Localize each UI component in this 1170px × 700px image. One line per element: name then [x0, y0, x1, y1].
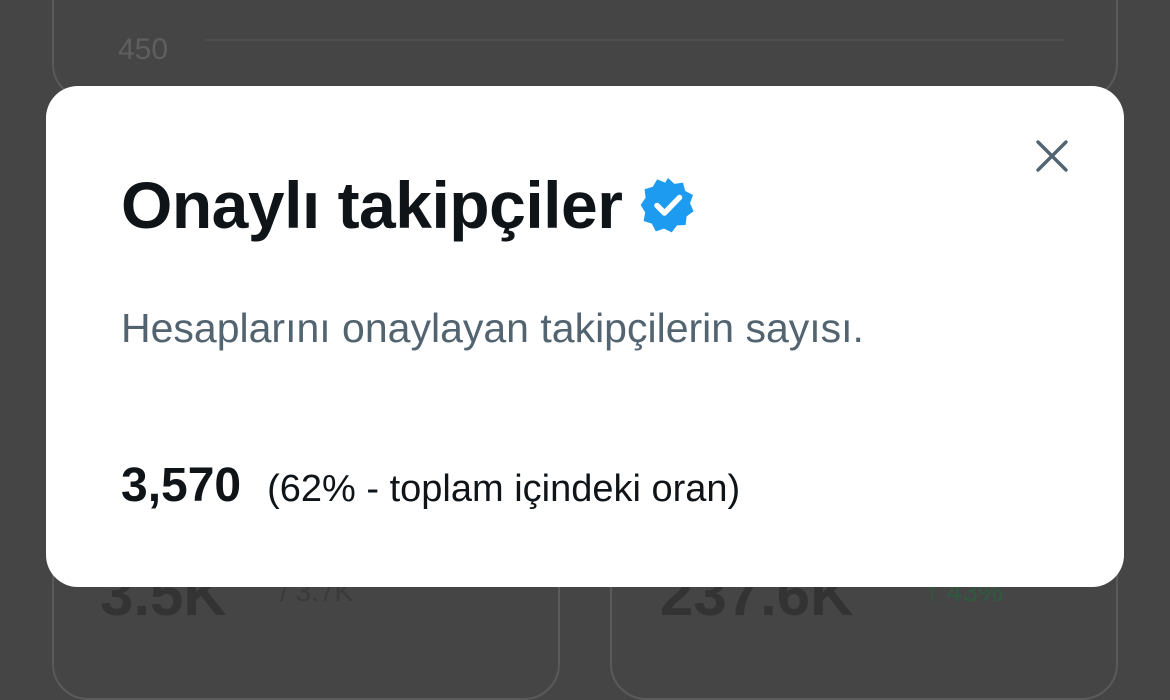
chart-axis-label: 450: [118, 33, 169, 66]
close-button[interactable]: [1022, 126, 1082, 186]
info-modal: Onaylı takipçiler Hesaplarını onaylayan …: [46, 86, 1124, 587]
modal-header: Onaylı takipçiler: [121, 170, 698, 240]
close-icon: [1036, 140, 1068, 172]
chart-gridline: [205, 39, 1063, 41]
verified-badge-icon: [638, 175, 698, 235]
verified-follower-count: 3,570: [121, 459, 242, 512]
stat-row: 3,570 (62% - toplam içindeki oran): [121, 458, 740, 517]
modal-description: Hesaplarını onaylayan takipçilerin sayıs…: [121, 305, 864, 351]
verified-follower-ratio: (62% - toplam içindeki oran): [267, 468, 741, 510]
background-chart-card: [52, 0, 1118, 100]
modal-title: Onaylı takipçiler: [121, 168, 623, 242]
